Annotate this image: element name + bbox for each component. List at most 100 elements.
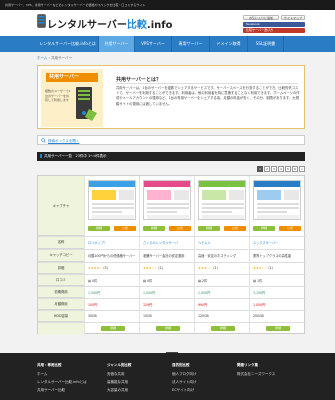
nav-item-vps[interactable]: VPSサーバー (135, 36, 172, 52)
rating-stars-2: ★★★☆☆ (143, 266, 158, 270)
banner-title: 共用サーバー (46, 73, 98, 82)
comment-icon: ▤ (198, 279, 202, 283)
rating-stars-4: ★★★☆☆ (253, 266, 268, 270)
review-count-4[interactable]: ▤ 1件 (253, 278, 302, 283)
review-count-2[interactable]: ▤ 0件 (143, 278, 192, 283)
server-screenshot-4[interactable] (253, 180, 301, 220)
nav-item-ssl[interactable]: SSL証明書 (248, 36, 284, 52)
comment-icon: ▤ (143, 279, 147, 283)
server-name-1[interactable]: ロリポップ！ (88, 240, 137, 245)
footer-col-title: 目的別比較 (172, 363, 190, 367)
review-count-3[interactable]: ▤ 2件 (198, 278, 247, 283)
footer-link[interactable]: 安価な共用 (107, 372, 131, 377)
server-tower-icon (76, 87, 97, 121)
search-box-toggle[interactable]: 検索ボックスを開く (37, 135, 305, 145)
footer-link[interactable]: 個人ブログ向け (172, 372, 197, 377)
sitemap-button[interactable]: サイトマップ (281, 15, 305, 20)
footer-link[interactable]: ECサイト向け (172, 388, 197, 393)
detail-button-2-top[interactable]: 詳細 (143, 226, 165, 231)
server-screenshot-2[interactable] (143, 180, 191, 220)
footer-link[interactable]: ホーム (37, 372, 87, 377)
rating-stars-1: ★★★★☆ (88, 266, 103, 270)
site-header: レンタルサーバー比較.info お気に入りに追加 サイトマップ facebook… (0, 10, 335, 36)
pager-page-5[interactable]: 5 (285, 166, 291, 172)
row-label-capture: キャプチャ (38, 176, 84, 236)
official-button-2-top[interactable]: 公式 (169, 226, 191, 231)
column-divider (84, 176, 85, 335)
review-count-1[interactable]: ▤ 0件 (88, 278, 137, 283)
row-divider (38, 298, 306, 299)
review-count-3-text: 2件 (202, 279, 208, 283)
site-footer: 共用・専用比較 ホーム レンタルサーバー比較.infoとは 共用サーバー比較 ジ… (0, 353, 335, 400)
server-catch-1: 月額100円からの低価格サーバー (88, 254, 136, 258)
facebook-banner[interactable]: facebook (243, 22, 305, 27)
initial-cost-4: 3,150円 (253, 291, 266, 295)
pager-next[interactable]: » (299, 166, 305, 172)
detail-button-3-top[interactable]: 詳細 (198, 226, 220, 231)
row-label-initial: 初期費用 (38, 286, 84, 298)
server-catch-4: 業界トップクラスの高性能 (253, 254, 292, 258)
detail-button-4[interactable]: 詳細 (266, 326, 290, 331)
section-header: 共用サーバー一覧 23件中 1〜4件表示 (37, 152, 305, 161)
pager-page-1[interactable]: 1 (257, 166, 263, 172)
footer-link[interactable]: 高機能な共用 (107, 380, 131, 385)
rating-score-2: (1) (158, 266, 163, 270)
add-favorite-button[interactable]: お気に入りに追加 (243, 15, 279, 20)
comment-icon: ▤ (88, 279, 92, 283)
global-nav: レンタルサーバー比較.infoとは 共用サーバー VPSサーバー 専用サーバー … (0, 36, 335, 52)
pager-page-6[interactable]: 6 (292, 166, 298, 172)
official-button-3-top[interactable]: 公式 (224, 226, 246, 231)
footer-col-2: ジャンル別比較 安価な共用 高機能な共用 大容量の共用 (107, 363, 131, 396)
detail-button-2[interactable]: 詳細 (156, 326, 180, 331)
pager-page-2[interactable]: 2 (264, 166, 270, 172)
nav-item-about[interactable]: レンタルサーバー比較.infoとは (37, 36, 99, 52)
server-name-2[interactable]: さくらのレンタルサーバ (143, 240, 192, 245)
hdd-capacity-3: 120GB (198, 314, 209, 318)
nav-item-shared[interactable]: 共用サーバー (99, 36, 135, 52)
footer-col-title: ジャンル別比較 (107, 363, 132, 367)
shared-server-banner: 共用サーバー 複数のユーザーで1台のサーバーを共有して利用します (41, 69, 103, 127)
detail-button-3[interactable]: 詳細 (211, 326, 235, 331)
row-label-rating: 評価 (38, 262, 84, 274)
review-count-1-text: 0件 (92, 279, 98, 283)
breadcrumb-separator: › (48, 56, 50, 60)
section-marker (40, 154, 42, 158)
footer-link[interactable]: 株式会社ニーズワークス (237, 372, 275, 377)
logo-main-text: レンタルサーバー (47, 20, 127, 31)
detail-button-4-top[interactable]: 詳細 (253, 226, 275, 231)
breadcrumb: ホーム › 共用サーバー (37, 56, 72, 61)
nav-item-dedicated[interactable]: 専用サーバー (172, 36, 210, 52)
pager-page-3[interactable]: 3 (271, 166, 277, 172)
pager-page-4[interactable]: 4 (278, 166, 284, 172)
footer-link[interactable]: レンタルサーバー比較.infoとは (37, 380, 87, 385)
footer-link[interactable]: 共用サーバー比較 (37, 388, 87, 393)
footer-link[interactable]: 法人サイト向け (172, 380, 197, 385)
server-screenshot-1[interactable] (88, 180, 136, 220)
server-screenshot-3[interactable] (198, 180, 246, 220)
detail-button-1[interactable]: 詳細 (101, 326, 125, 331)
monthly-cost-3: 990円 (198, 303, 208, 307)
footer-col-title: 関連リンク集 (237, 363, 258, 367)
guide-banner[interactable]: 比較サーバー選び方 (243, 28, 305, 33)
official-button-4-top[interactable]: 公式 (279, 226, 301, 231)
footer-link[interactable]: 大容量の共用 (107, 388, 131, 393)
column-divider (194, 176, 195, 335)
site-logo[interactable]: レンタルサーバー比較.info (47, 16, 172, 31)
hdd-capacity-2: 10GB (143, 314, 152, 318)
row-label-name: 名称 (38, 236, 84, 249)
footer-col-title: 共用・専用比較 (37, 363, 62, 367)
section-title: 共用サーバー一覧 23件中 1〜4件表示 (44, 154, 107, 158)
breadcrumb-home[interactable]: ホーム (37, 56, 47, 60)
search-toggle-label[interactable]: 検索ボックスを開く (48, 139, 79, 144)
server-name-4[interactable]: エックスサーバー (253, 240, 302, 245)
detail-button-1-top[interactable]: 詳細 (88, 226, 110, 231)
server-catch-2: 老舗サーバー会社の安定運用 (143, 254, 185, 258)
row-label-catch: キャッチコピー (38, 249, 84, 262)
server-name-3[interactable]: ヘテムル (198, 240, 247, 245)
official-button-1-top[interactable]: 公式 (114, 226, 136, 231)
row-divider (38, 322, 306, 323)
comparison-table: キャプチャ 名称 キャッチコピー 評価 口コミ 初期費用 月額費用 HDD容量 … (37, 175, 306, 335)
monthly-cost-4: 1,050円 (253, 303, 266, 307)
row-label-reviews: 口コミ (38, 274, 84, 286)
nav-item-domain[interactable]: ドメイン取得 (210, 36, 248, 52)
